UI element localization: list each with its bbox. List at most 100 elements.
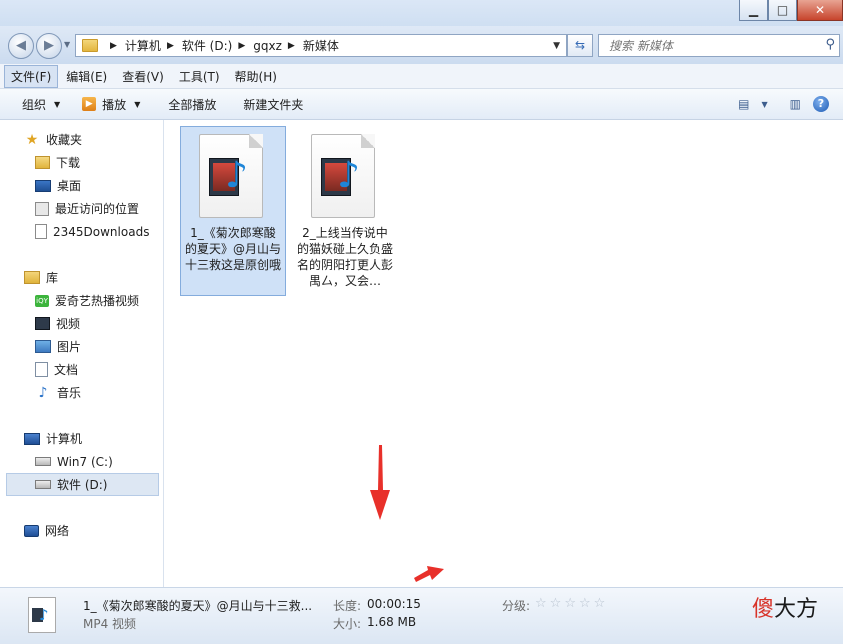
breadcrumb-gqxz[interactable]: ▶ gqxz bbox=[232, 39, 282, 53]
window-controls: ▁ □ ✕ bbox=[739, 0, 843, 21]
menu-edit[interactable]: 编辑(E) bbox=[59, 65, 114, 88]
star-icon[interactable]: ☆ bbox=[564, 596, 576, 611]
sidebar-item-iqiyi[interactable]: iQY 爱奇艺热播视频 bbox=[0, 289, 163, 312]
picture-icon bbox=[35, 340, 51, 353]
desktop-icon bbox=[35, 179, 51, 192]
navigation-pane: ★ 收藏夹 下载 桌面 最近访问的位置 2345Downloads 库 iQY 爱奇… bbox=[0, 120, 164, 587]
back-button[interactable]: ◀ bbox=[8, 33, 34, 59]
play-all-button[interactable]: 全部播放 bbox=[168, 96, 216, 113]
sidebar-item-music[interactable]: ♪ 音乐 bbox=[0, 381, 163, 404]
title-bar: ▁ □ ✕ bbox=[0, 0, 843, 26]
sidebar-item-downloads[interactable]: 下载 bbox=[0, 151, 163, 174]
red-arrow-annotation bbox=[370, 445, 390, 520]
command-bar: 组织 ▼ ▶ 播放 ▼ 全部播放 新建文件夹 ▤ ▼ ▥ ? bbox=[0, 89, 843, 120]
sidebar-item-documents[interactable]: 文档 bbox=[0, 358, 163, 381]
close-button[interactable]: ✕ bbox=[797, 0, 843, 21]
play-icon: ▶ bbox=[82, 97, 97, 111]
search-icon[interactable]: ⚲ bbox=[825, 37, 835, 52]
recent-pages-dropdown-icon[interactable]: ▼ bbox=[64, 40, 70, 49]
play-button[interactable]: ▶ 播放 ▼ bbox=[82, 96, 140, 113]
menu-view[interactable]: 查看(V) bbox=[115, 65, 171, 88]
menu-help[interactable]: 帮助(H) bbox=[228, 65, 284, 88]
computer-group: 计算机 Win7 (C:) 软件 (D:) bbox=[0, 427, 163, 496]
star-icon[interactable]: ☆ bbox=[594, 596, 606, 611]
maximize-button[interactable]: □ bbox=[768, 0, 797, 21]
iqiyi-icon: iQY bbox=[35, 294, 49, 307]
minimize-button[interactable]: ▁ bbox=[739, 0, 768, 21]
organize-button[interactable]: 组织 ▼ bbox=[22, 96, 60, 113]
preview-pane-icon[interactable]: ▥ bbox=[790, 97, 801, 111]
details-file-type: MP4 视频 bbox=[83, 617, 137, 631]
chevron-down-icon: ▼ bbox=[134, 99, 141, 109]
document-icon bbox=[35, 362, 48, 377]
file-item[interactable]: ♪ 2_上线当传说中的猫妖碰上久负盛名的阴阳打更人彭禺厶，又会… bbox=[292, 126, 398, 296]
sidebar-item-pictures[interactable]: 图片 bbox=[0, 335, 163, 358]
search-box[interactable]: ⚲ bbox=[598, 34, 840, 57]
star-icon: ★ bbox=[25, 131, 39, 148]
breadcrumb-computer[interactable]: ▶ 计算机 bbox=[104, 37, 161, 54]
details-file-name: 1_《菊次郎寒酸的夏天》@月山与十三救... bbox=[83, 599, 313, 613]
network-icon bbox=[24, 524, 39, 537]
video-file-icon: ♪ bbox=[311, 134, 375, 218]
address-bar[interactable]: ▶ 计算机 ▶ 软件 (D:) ▶ gqxz ▶ 新媒体 ▼ bbox=[75, 34, 567, 57]
drive-icon bbox=[35, 457, 51, 466]
forward-button[interactable]: ▶ bbox=[36, 33, 62, 59]
length-label: 长度: bbox=[333, 599, 362, 613]
sidebar-item-recent-places[interactable]: 最近访问的位置 bbox=[0, 197, 163, 220]
music-icon: ♪ bbox=[38, 384, 48, 401]
drive-icon bbox=[35, 480, 51, 489]
sidebar-item-computer[interactable]: 计算机 bbox=[0, 427, 163, 450]
menu-tools[interactable]: 工具(T) bbox=[172, 65, 227, 88]
red-arrow-annotation bbox=[414, 566, 444, 582]
folder-icon bbox=[82, 39, 98, 52]
star-icon[interactable]: ☆ bbox=[550, 596, 562, 611]
menu-file[interactable]: 文件(F) bbox=[4, 64, 59, 88]
favorites-group: ★ 收藏夹 下载 桌面 最近访问的位置 2345Downloads bbox=[0, 128, 163, 243]
sidebar-item-drive-d[interactable]: 软件 (D:) bbox=[6, 473, 159, 496]
search-input[interactable] bbox=[607, 37, 811, 55]
library-icon bbox=[24, 271, 40, 284]
explorer-window: ▁ □ ✕ ◀ ▶ ▼ ▶ 计算机 ▶ 软件 (D:) ▶ gqxz ▶ 新媒体 ▼ ⇆… bbox=[0, 0, 843, 644]
breadcrumb-arrow-icon[interactable]: ▶ bbox=[167, 41, 174, 51]
breadcrumb-arrow-icon[interactable]: ▶ bbox=[288, 41, 295, 51]
folder-icon bbox=[35, 224, 47, 239]
new-folder-button[interactable]: 新建文件夹 bbox=[243, 96, 303, 113]
length-value: 00:00:15 bbox=[367, 597, 421, 611]
file-name: 1_《菊次郎寒酸的夏天》@月山与十三救这是原创哦 bbox=[185, 226, 282, 272]
size-value: 1.68 MB bbox=[367, 615, 417, 629]
computer-icon bbox=[24, 432, 40, 445]
breadcrumb-arrow-icon[interactable]: ▶ bbox=[238, 41, 245, 51]
address-dropdown-icon[interactable]: ▼ bbox=[553, 41, 560, 51]
menu-bar: 文件(F) 编辑(E) 查看(V) 工具(T) 帮助(H) bbox=[0, 64, 843, 89]
navigation-bar: ◀ ▶ ▼ ▶计算机 ▶软件 (D:) ▶gqxz ▶新媒体 ▼ ⇆ ⚲ bbox=[0, 26, 843, 64]
star-icon[interactable]: ☆ bbox=[579, 596, 591, 611]
chevron-down-icon: ▼ bbox=[54, 99, 61, 109]
sidebar-item-network[interactable]: 网络 bbox=[0, 519, 163, 542]
video-file-icon: ♪ bbox=[199, 134, 263, 218]
rating-stars[interactable]: ☆ ☆ ☆ ☆ ☆ bbox=[535, 596, 608, 611]
breadcrumb-new-media[interactable]: ▶ 新媒体 bbox=[282, 37, 339, 54]
file-list: ♪ 1_《菊次郎寒酸的夏天》@月山与十三救这是原创哦 ♪ 2_上线当传说中的猫妖… bbox=[164, 120, 843, 587]
help-icon[interactable]: ? bbox=[813, 96, 829, 112]
change-view-icon[interactable]: ▤ bbox=[738, 97, 749, 111]
refresh-button[interactable]: ⇆ bbox=[567, 34, 593, 57]
file-thumbnail-icon: ♪ bbox=[28, 597, 56, 633]
sidebar-item-desktop[interactable]: 桌面 bbox=[0, 174, 163, 197]
sidebar-item-2345downloads[interactable]: 2345Downloads bbox=[0, 220, 163, 243]
libraries-group: 库 iQY 爱奇艺热播视频 视频 图片 文档 ♪ 音乐 bbox=[0, 266, 163, 404]
file-item[interactable]: ♪ 1_《菊次郎寒酸的夏天》@月山与十三救这是原创哦 bbox=[180, 126, 286, 296]
sidebar-item-libraries[interactable]: 库 bbox=[0, 266, 163, 289]
breadcrumb-drive-d[interactable]: ▶ 软件 (D:) bbox=[161, 37, 232, 54]
star-icon[interactable]: ☆ bbox=[535, 596, 547, 611]
downloads-folder-icon bbox=[35, 156, 50, 169]
view-options-dropdown-icon[interactable]: ▼ bbox=[762, 100, 768, 109]
sidebar-item-videos[interactable]: 视频 bbox=[0, 312, 163, 335]
rating-label: 分级: bbox=[502, 599, 531, 613]
details-pane: ♪ 1_《菊次郎寒酸的夏天》@月山与十三救... MP4 视频 长度: 00:0… bbox=[0, 587, 843, 644]
recent-places-icon bbox=[35, 201, 49, 216]
sidebar-item-drive-c[interactable]: Win7 (C:) bbox=[0, 450, 163, 473]
watermark-logo: 傻大方 bbox=[752, 597, 819, 622]
breadcrumb-arrow-icon[interactable]: ▶ bbox=[110, 41, 117, 51]
video-icon bbox=[35, 317, 50, 330]
sidebar-item-favorites[interactable]: ★ 收藏夹 bbox=[0, 128, 163, 151]
